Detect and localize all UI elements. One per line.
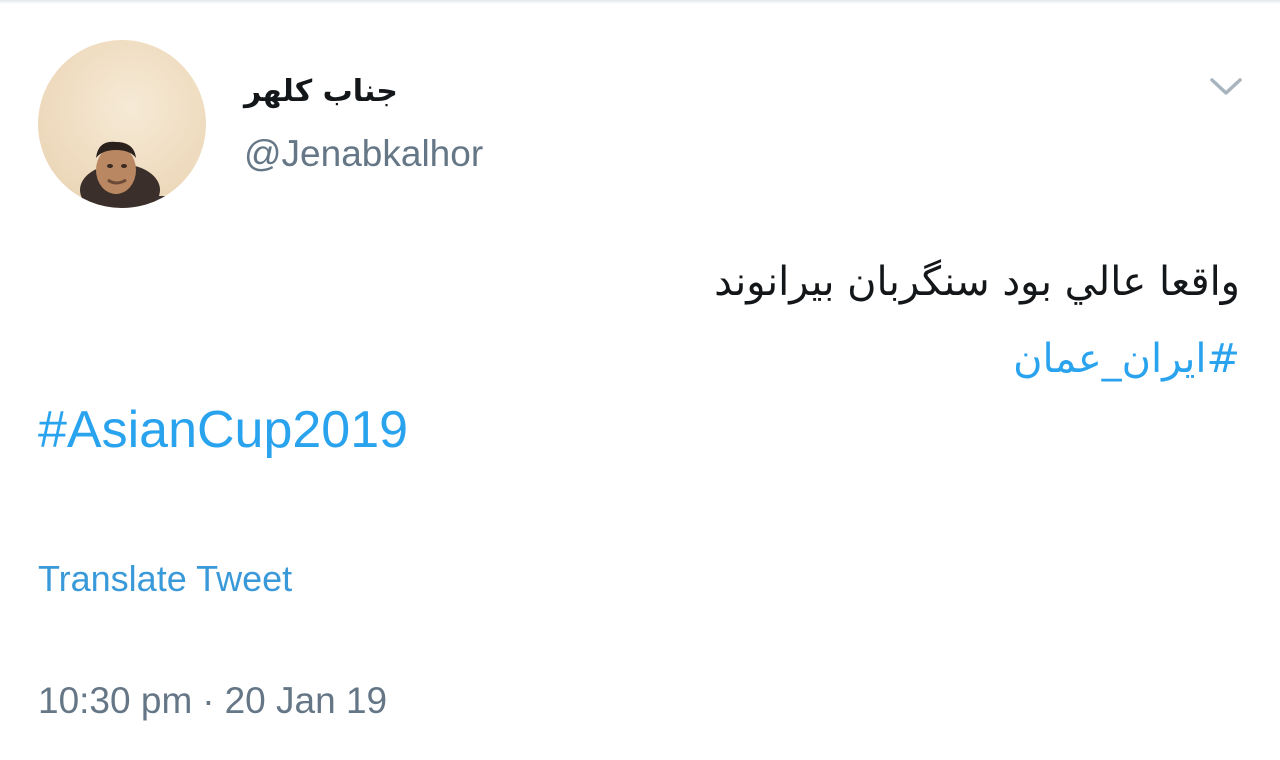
display-name[interactable]: جناب کلهر [244,74,398,109]
tweet-date: 20 Jan 19 [224,680,388,721]
chevron-down-icon[interactable] [1208,72,1244,100]
hashtag-link-fa[interactable]: #ایران_عمان [1013,336,1240,382]
avatar[interactable] [38,40,206,208]
tweet-card: جناب کلهر @Jenabkalhor واقعا عالي بود سن… [0,0,1280,760]
translate-tweet-link[interactable]: Translate Tweet [38,558,292,600]
tweet-timestamp[interactable]: 10:30 pm · 20 Jan 19 [38,680,387,722]
tweet-time: 10:30 pm [38,680,193,721]
tweet-text: واقعا عالي بود سنگربان بيرانوند [714,259,1240,305]
avatar-photo [80,141,186,208]
divider [0,0,1280,4]
user-handle[interactable]: @Jenabkalhor [244,133,483,175]
hashtag-link-asiancup[interactable]: #AsianCup2019 [38,400,408,460]
timestamp-separator: · [202,680,215,721]
